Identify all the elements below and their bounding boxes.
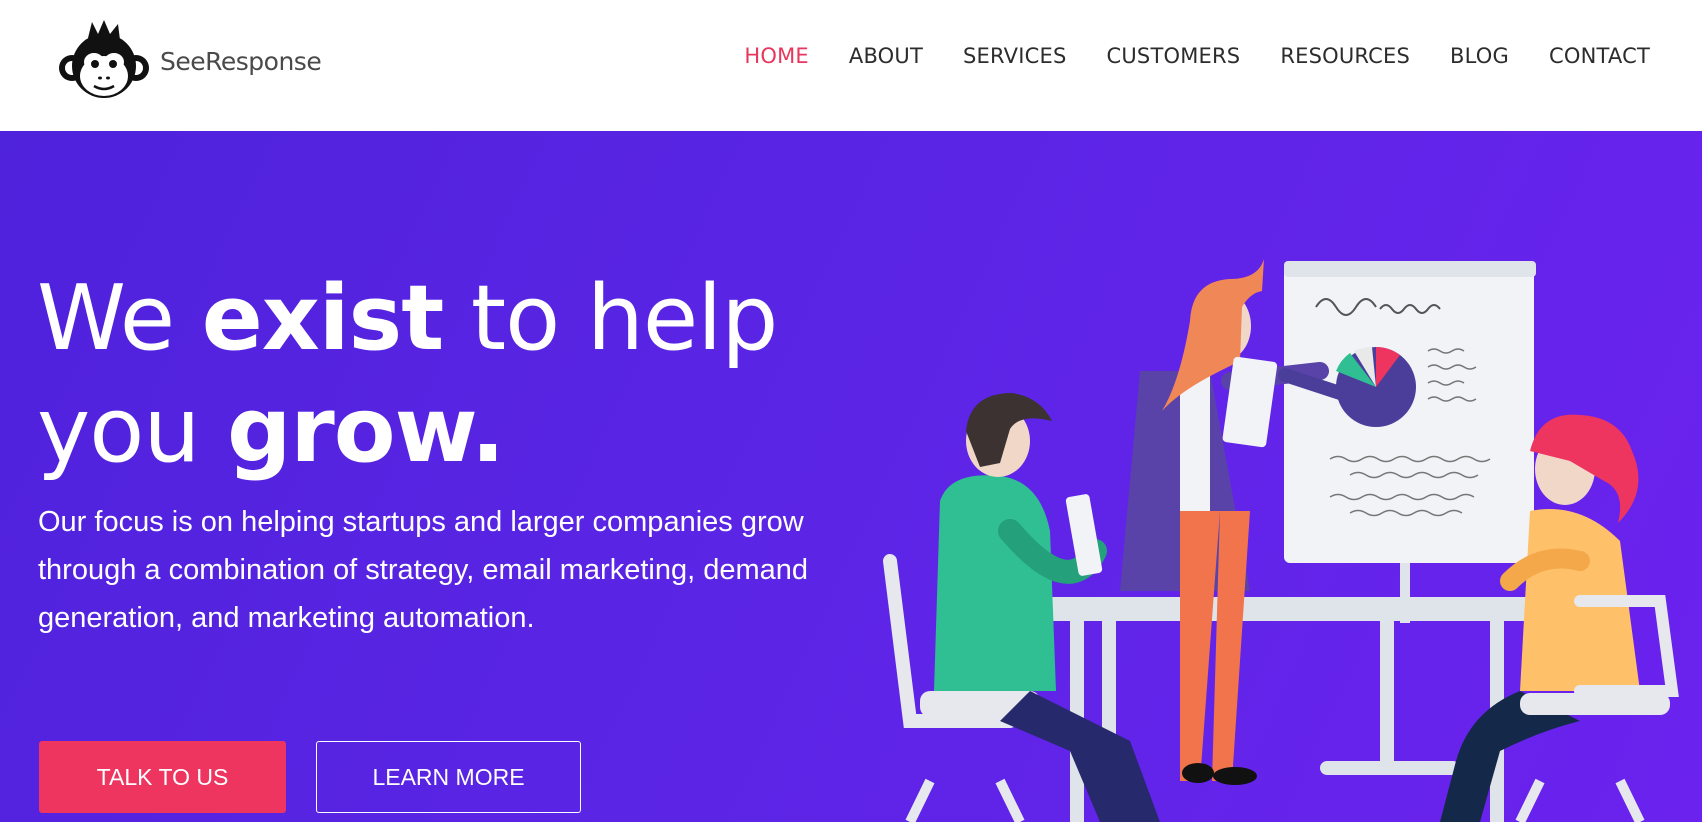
hero-headline: We exist to help you grow. [37, 263, 857, 487]
nav-item-contact[interactable]: CONTACT [1549, 44, 1650, 68]
hero-section: We exist to help you grow. Our focus is … [0, 131, 1702, 822]
logo-text: SeeResponse [160, 46, 322, 76]
site-header: SeeResponse HOME ABOUT SERVICES CUSTOMER… [0, 0, 1702, 131]
nav-item-customers[interactable]: CUSTOMERS [1106, 44, 1240, 68]
nav-item-resources[interactable]: RESOURCES [1280, 44, 1410, 68]
headline-text: to help [443, 266, 779, 371]
nav-item-services[interactable]: SERVICES [963, 44, 1066, 68]
nav-item-home[interactable]: HOME [744, 44, 809, 68]
headline-bold: exist [201, 266, 445, 371]
logo[interactable]: SeeResponse [58, 20, 322, 102]
flipchart [1284, 261, 1536, 623]
nav-item-about[interactable]: ABOUT [849, 44, 923, 68]
talk-to-us-button[interactable]: TALK TO US [39, 741, 286, 813]
main-nav: HOME ABOUT SERVICES CUSTOMERS RESOURCES … [704, 44, 1650, 68]
headline-bold: grow. [226, 378, 505, 483]
nav-item-blog[interactable]: BLOG [1450, 44, 1509, 68]
hero-subtext: Our focus is on helping startups and lar… [38, 506, 808, 634]
headline-text: We [37, 266, 202, 371]
team-meeting-illustration [883, 259, 1679, 822]
learn-more-button[interactable]: LEARN MORE [316, 741, 581, 813]
headline-text: you [37, 378, 227, 483]
monkey-logo-icon [59, 20, 149, 98]
